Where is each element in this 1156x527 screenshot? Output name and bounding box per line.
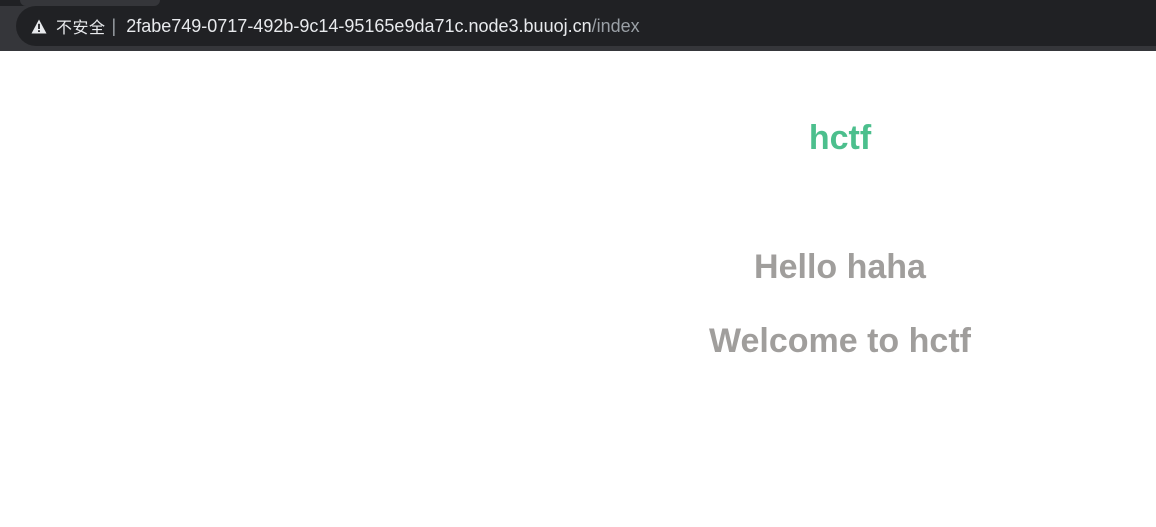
address-divider: | — [111, 15, 117, 36]
welcome-heading: Welcome to hctf — [709, 322, 971, 360]
browser-toolbar: 不安全 | 2fabe749-0717-492b-9c14-95165e9da7… — [0, 0, 1156, 51]
url-path: /index — [591, 15, 640, 36]
security-status-label[interactable]: 不安全 — [56, 14, 106, 38]
warning-triangle-icon[interactable] — [30, 17, 48, 35]
address-bar[interactable]: 不安全 | 2fabe749-0717-492b-9c14-95165e9da7… — [16, 6, 1156, 46]
url-host: 2fabe749-0717-492b-9c14-95165e9da71c.nod… — [126, 15, 592, 36]
url-text[interactable]: 2fabe749-0717-492b-9c14-95165e9da71c.nod… — [126, 16, 639, 37]
greeting-heading: Hello haha — [754, 248, 926, 286]
page-content: hctf Hello haha Welcome to hctf — [0, 51, 1156, 527]
brand-title: hctf — [808, 119, 872, 157]
